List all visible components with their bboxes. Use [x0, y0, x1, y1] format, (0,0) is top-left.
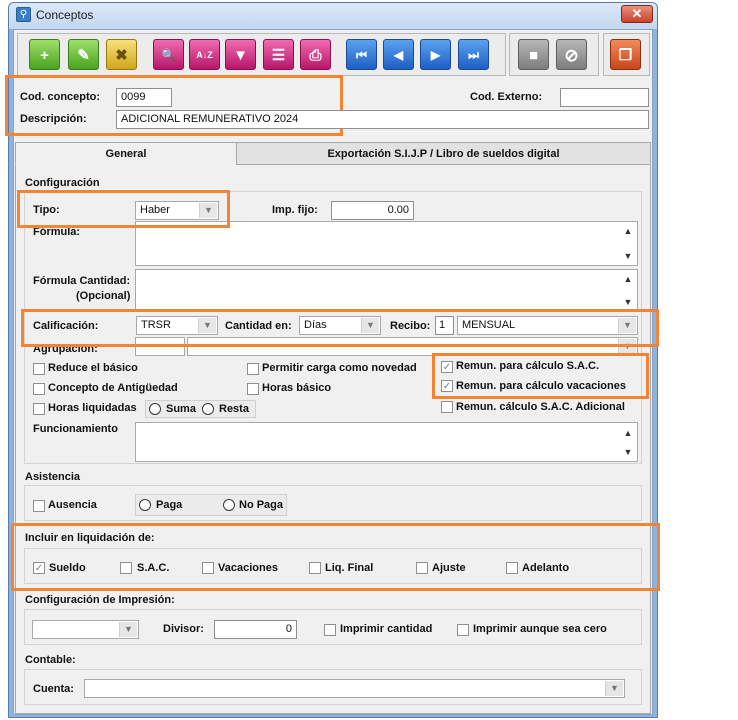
paga-radio[interactable] — [139, 499, 151, 511]
scroll-down-icon[interactable]: ▼ — [622, 447, 634, 457]
search-button[interactable]: 🔍 — [153, 39, 184, 70]
save-button[interactable]: ■ — [518, 39, 549, 70]
concepto-antiguedad-label: Concepto de Antigüedad — [48, 382, 178, 394]
app-icon: ⚲ — [16, 7, 31, 22]
cuenta-label: Cuenta: — [33, 683, 74, 695]
scroll-up-icon[interactable]: ▲ — [622, 274, 634, 284]
asistencia-section-title: Asistencia — [25, 471, 81, 483]
impresion-select[interactable]: ▼ — [32, 620, 139, 639]
highlight-remun-checkboxes — [432, 353, 649, 399]
last-record-button[interactable]: ⏭ — [458, 39, 489, 70]
horas-basico-checkbox[interactable] — [247, 383, 259, 395]
remun-sac-adicional-checkbox[interactable] — [441, 401, 453, 413]
cuenta-select[interactable]: ▼ — [84, 679, 625, 698]
formula-cantidad-label: Fórmula Cantidad: — [33, 275, 131, 287]
scroll-up-icon[interactable]: ▲ — [622, 226, 634, 236]
window-title: Conceptos — [36, 8, 94, 22]
divisor-input[interactable]: 0 — [214, 620, 297, 639]
cancel-button[interactable]: ⊘ — [556, 39, 587, 70]
formula-cantidad-opcional-label: (Opcional) — [76, 290, 131, 302]
divisor-label: Divisor: — [163, 623, 204, 635]
funcionamiento-textarea[interactable]: ▲ ▼ — [135, 422, 638, 462]
formula-cantidad-textarea[interactable]: ▲ ▼ — [135, 269, 638, 311]
imp-fijo-input[interactable]: 0.00 — [331, 201, 414, 220]
horas-liquidadas-checkbox[interactable] — [33, 403, 45, 415]
tab-general[interactable]: General — [15, 142, 237, 165]
configuracion-section-title: Configuración — [25, 177, 100, 189]
resta-label: Resta — [219, 403, 249, 415]
remun-sac-adicional-label: Remun. cálculo S.A.C. Adicional — [456, 401, 625, 413]
highlight-incluir — [11, 523, 660, 591]
highlight-calificacion-row — [21, 309, 659, 347]
delete-button[interactable]: ✖ — [106, 39, 137, 70]
asistencia-group — [24, 485, 642, 521]
imprimir-cero-checkbox[interactable] — [457, 624, 469, 636]
horas-liquidadas-label: Horas liquidadas — [48, 402, 137, 414]
permitir-carga-label: Permitir carga como novedad — [262, 362, 417, 374]
funcionamiento-label: Funcionamiento — [33, 423, 118, 435]
cod-concepto-input[interactable]: 0099 — [116, 88, 172, 107]
scroll-down-icon[interactable]: ▼ — [622, 297, 634, 307]
cod-externo-input[interactable] — [560, 88, 649, 107]
concepto-antiguedad-checkbox[interactable] — [33, 383, 45, 395]
paga-label: Paga — [156, 499, 183, 511]
title-bar — [9, 3, 657, 29]
impresion-section-title: Configuración de Impresión: — [25, 594, 175, 606]
scroll-down-icon[interactable]: ▼ — [622, 251, 634, 261]
add-button[interactable]: + — [29, 39, 60, 70]
filter-button[interactable]: ▼ — [225, 39, 256, 70]
report-button[interactable]: ☰ — [263, 39, 294, 70]
copy-button[interactable]: ❐ — [610, 39, 641, 70]
no-paga-label: No Paga — [239, 499, 284, 511]
print-button[interactable]: ⎙ — [300, 39, 331, 70]
imprimir-cero-label: Imprimir aunque sea cero — [473, 623, 607, 635]
reduce-basico-label: Reduce el básico — [48, 362, 138, 374]
imprimir-cantidad-label: Imprimir cantidad — [340, 623, 433, 635]
no-paga-radio[interactable] — [223, 499, 235, 511]
horas-basico-label: Horas básico — [262, 382, 332, 394]
imprimir-cantidad-checkbox[interactable] — [324, 624, 336, 636]
scroll-up-icon[interactable]: ▲ — [622, 428, 634, 438]
descripcion-input[interactable]: ADICIONAL REMUNERATIVO 2024 — [116, 110, 649, 129]
prev-record-button[interactable]: ◀ — [383, 39, 414, 70]
descripcion-label: Descripción: — [20, 113, 87, 125]
sort-button[interactable]: A↓Z — [189, 39, 220, 70]
cod-concepto-label: Cod. concepto: — [20, 91, 101, 103]
chevron-down-icon: ▼ — [605, 681, 623, 696]
edit-button[interactable]: ✎ — [68, 39, 99, 70]
suma-radio[interactable] — [149, 403, 161, 415]
ausencia-label: Ausencia — [48, 499, 97, 511]
reduce-basico-checkbox[interactable] — [33, 363, 45, 375]
next-record-button[interactable]: ▶ — [420, 39, 451, 70]
tab-exportacion[interactable]: Exportación S.I.J.P / Libro de sueldos d… — [236, 142, 651, 165]
resta-radio[interactable] — [202, 403, 214, 415]
ausencia-checkbox[interactable] — [33, 500, 45, 512]
permitir-carga-checkbox[interactable] — [247, 363, 259, 375]
imp-fijo-label: Imp. fijo: — [272, 204, 318, 216]
first-record-button[interactable]: ⏮ — [346, 39, 377, 70]
highlight-tipo — [17, 190, 230, 228]
contable-section-title: Contable: — [25, 654, 76, 666]
chevron-down-icon: ▼ — [119, 622, 137, 637]
close-button[interactable]: ✕ — [621, 5, 653, 23]
cod-externo-label: Cod. Externo: — [470, 91, 543, 103]
suma-label: Suma — [166, 403, 196, 415]
